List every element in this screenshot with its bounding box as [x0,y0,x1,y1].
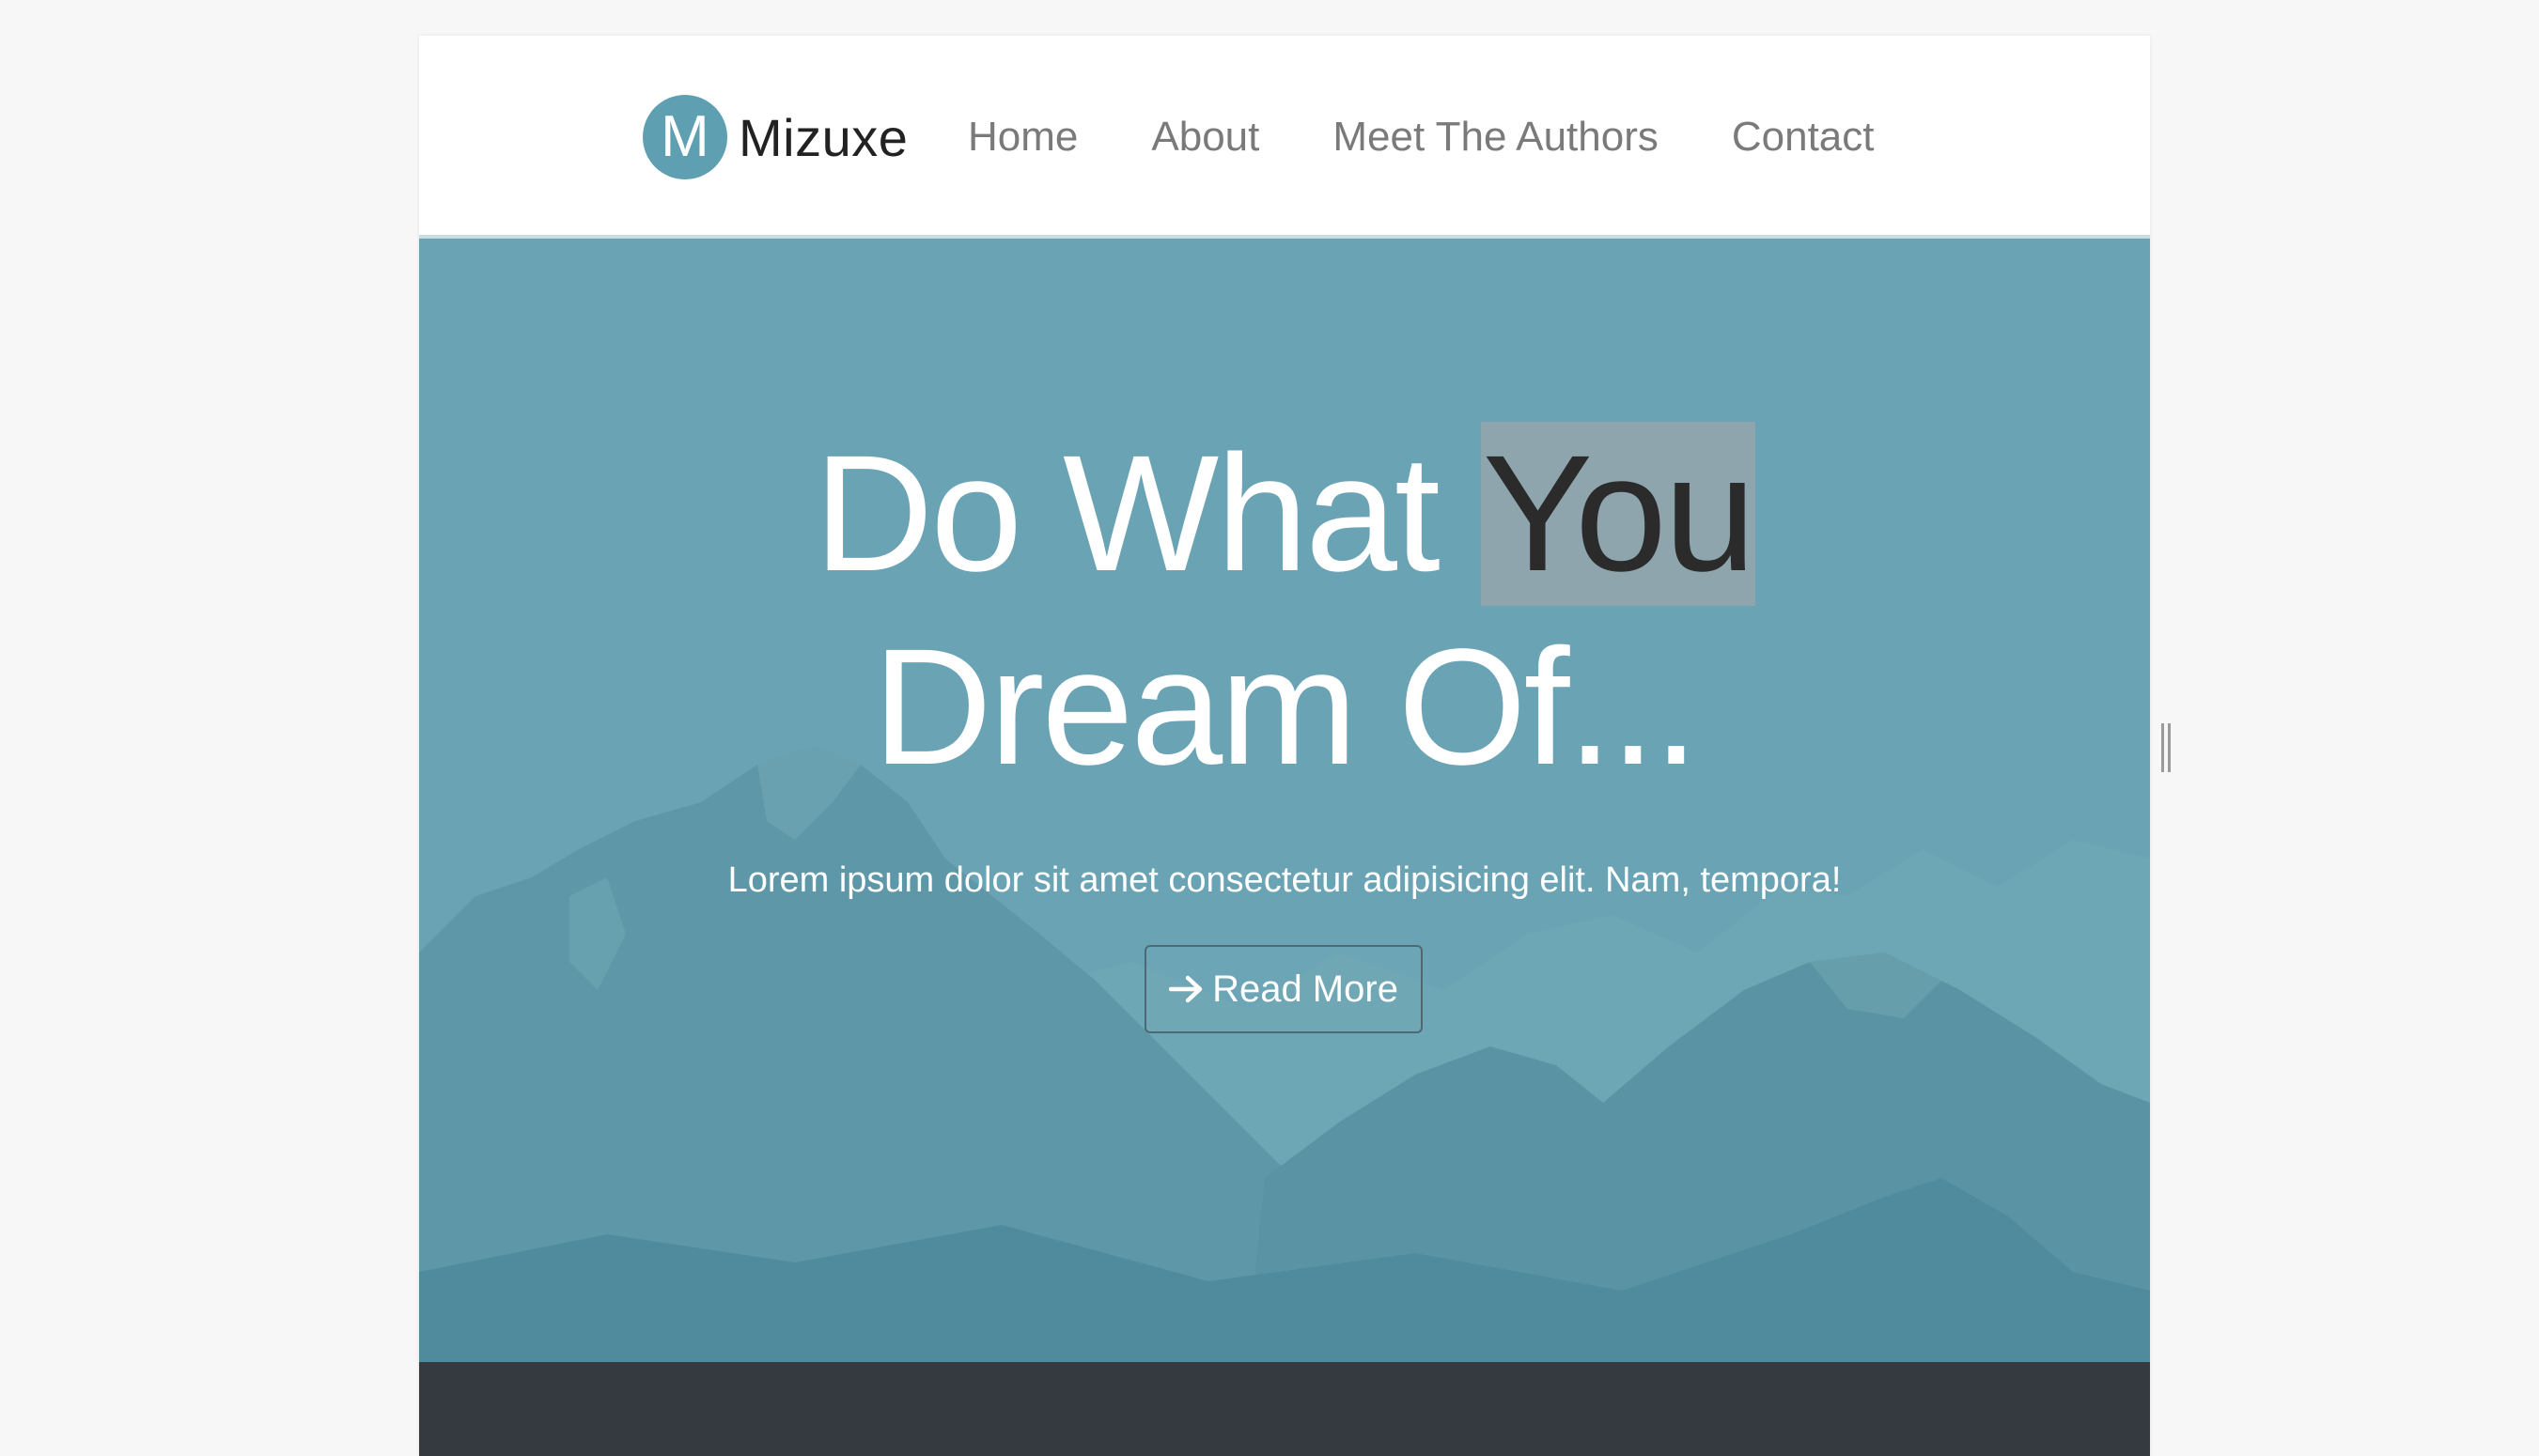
nav-link-meet-the-authors[interactable]: Meet The Authors [1332,114,1659,161]
read-more-label: Read More [1212,968,1398,1010]
hero-title-part1: Do What [814,422,1481,606]
dark-section [419,1362,2150,1456]
arrow-right-icon [1169,975,1203,1003]
nav-link-about[interactable]: About [1151,114,1259,161]
resize-handle[interactable] [2161,723,2173,772]
hero-title: Do What You Dream Of... [419,417,2150,804]
nav-links: Home About Meet The Authors Contact [968,95,1948,179]
resize-handle-grip-right [2168,723,2171,772]
navbar: M Mizuxe Home About Meet The Authors Con… [419,36,2150,239]
browser-viewport: M Mizuxe Home About Meet The Authors Con… [419,36,2150,1456]
hero-subtitle: Lorem ipsum dolor sit amet consectetur a… [727,860,1842,900]
read-more-button[interactable]: Read More [1145,945,1423,1033]
nav-link-home[interactable]: Home [968,114,1078,161]
hero-title-line2: Dream Of... [872,615,1699,799]
brand-logo-icon[interactable]: M [643,95,727,179]
hero-title-highlight: You [1480,422,1756,606]
brand[interactable]: M Mizuxe [643,95,908,179]
brand-name[interactable]: Mizuxe [739,107,908,168]
hero-section: Do What You Dream Of... Lorem ipsum dolo… [419,239,2150,1362]
resize-handle-grip-left [2161,723,2164,772]
nav-link-contact[interactable]: Contact [1732,114,1875,161]
